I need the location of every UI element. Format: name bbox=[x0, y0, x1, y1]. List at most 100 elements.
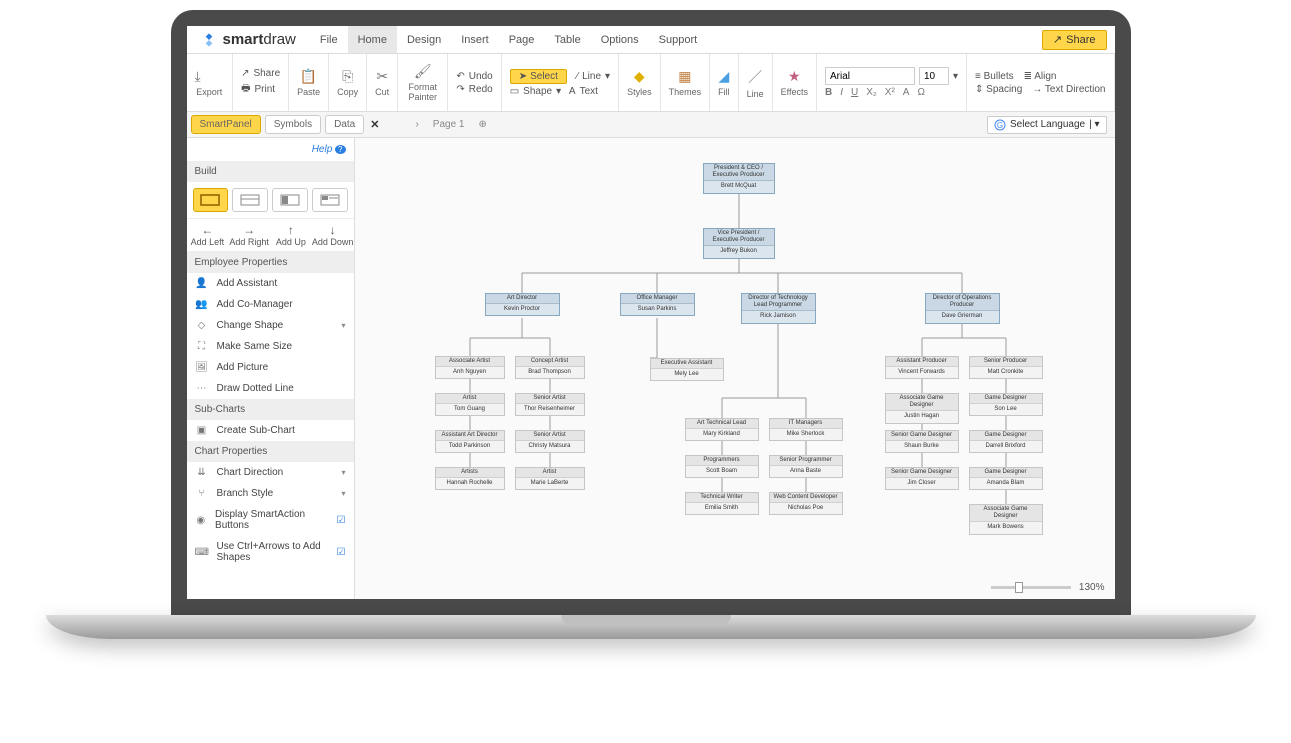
org-node[interactable]: Associate Game DesignerMark Bowens bbox=[969, 504, 1043, 535]
language-select[interactable]: G Select Language | ▾ bbox=[987, 116, 1106, 134]
org-node[interactable]: IT ManagersMike Sherlock bbox=[769, 418, 843, 441]
select-tool-button[interactable]: ➤ Select bbox=[510, 69, 567, 84]
close-panel-button[interactable]: ✕ bbox=[364, 118, 385, 131]
org-node[interactable]: Senior ArtistChristy Matsura bbox=[515, 430, 585, 453]
org-node[interactable]: Technical WriterEmilia Smith bbox=[685, 492, 759, 515]
copy-button[interactable]: Copy bbox=[337, 87, 358, 97]
cut-button[interactable]: Cut bbox=[375, 87, 389, 97]
org-node[interactable]: Art DirectorKevin Proctor bbox=[485, 293, 560, 316]
org-node[interactable]: Web Content DeveloperNicholas Poe bbox=[769, 492, 843, 515]
org-node[interactable]: Senior ProducerMatt Cronkite bbox=[969, 356, 1043, 379]
org-node[interactable]: Assistant ProducerVincent Forwards bbox=[885, 356, 959, 379]
bullets-button[interactable]: ≡ Bullets bbox=[975, 71, 1014, 82]
shape-type-1-button[interactable] bbox=[193, 188, 229, 212]
menu-support[interactable]: Support bbox=[649, 26, 708, 53]
org-node[interactable]: Director of Technology Lead ProgrammerRi… bbox=[741, 293, 816, 324]
help-link[interactable]: Help ? bbox=[187, 138, 354, 161]
subchart-icon: ▣ bbox=[195, 425, 209, 436]
emp-prop-2[interactable]: ◇Change Shape bbox=[187, 315, 354, 336]
add-page-button[interactable]: ⊕ bbox=[479, 119, 487, 130]
superscript-button[interactable]: X² bbox=[885, 87, 895, 98]
font-select[interactable] bbox=[825, 67, 915, 85]
zoom-slider[interactable] bbox=[991, 586, 1071, 589]
italic-button[interactable]: I bbox=[840, 87, 843, 98]
text-direction-button[interactable]: → Text Direction bbox=[1032, 84, 1105, 95]
org-node[interactable]: Senior ProgrammerAnna Baste bbox=[769, 455, 843, 478]
org-node[interactable]: ArtistMarie LaBerte bbox=[515, 467, 585, 490]
shape-type-4-button[interactable] bbox=[312, 188, 348, 212]
redo-button[interactable]: ↷ Redo bbox=[456, 84, 492, 95]
menu-home[interactable]: Home bbox=[348, 26, 397, 53]
share-button[interactable]: ↗Share bbox=[1042, 30, 1107, 50]
format-painter-button[interactable]: Format Painter bbox=[406, 82, 439, 102]
fill-button[interactable]: Fill bbox=[718, 87, 730, 97]
add-right-button[interactable]: →Add Right bbox=[228, 219, 270, 251]
add-up-button[interactable]: ↑Add Up bbox=[270, 219, 312, 251]
org-node[interactable]: Director of Operations ProducerDave Grie… bbox=[925, 293, 1000, 324]
chart-prop-0[interactable]: ⇊Chart Direction bbox=[187, 462, 354, 483]
line-button[interactable]: Line bbox=[747, 89, 764, 99]
export-button[interactable]: Export bbox=[195, 87, 225, 97]
shape-type-3-button[interactable] bbox=[272, 188, 308, 212]
org-node[interactable]: Game DesignerDarrell Brixford bbox=[969, 430, 1043, 453]
org-node[interactable]: ArtistTom Guang bbox=[435, 393, 505, 416]
effects-button[interactable]: Effects bbox=[781, 87, 808, 97]
styles-button[interactable]: Styles bbox=[627, 87, 652, 97]
align-button[interactable]: ≣ Align bbox=[1024, 71, 1057, 82]
menu-file[interactable]: File bbox=[310, 26, 348, 53]
panel-tab-data[interactable]: Data bbox=[325, 115, 364, 134]
org-node[interactable]: Associate Game DesignerJustin Hagan bbox=[885, 393, 959, 424]
emp-prop-icon: ⋯ bbox=[195, 383, 209, 394]
emp-prop-4[interactable]: 🖼Add Picture bbox=[187, 357, 354, 378]
symbol-button[interactable]: Ω bbox=[917, 87, 924, 98]
create-subchart-button[interactable]: ▣Create Sub-Chart bbox=[187, 420, 354, 441]
org-node[interactable]: Senior ArtistThor Reisenheimer bbox=[515, 393, 585, 416]
paste-button[interactable]: Paste bbox=[297, 87, 320, 97]
copy-icon: ⎘ bbox=[342, 68, 353, 85]
emp-prop-0[interactable]: 👤Add Assistant bbox=[187, 273, 354, 294]
emp-prop-5[interactable]: ⋯Draw Dotted Line bbox=[187, 378, 354, 399]
emp-prop-1[interactable]: 👥Add Co-Manager bbox=[187, 294, 354, 315]
org-node[interactable]: Game DesignerSon Lee bbox=[969, 393, 1043, 416]
org-node[interactable]: President & CEO / Executive ProducerBret… bbox=[703, 163, 775, 194]
panel-tab-symbols[interactable]: Symbols bbox=[265, 115, 321, 134]
prev-page-button[interactable]: › bbox=[415, 119, 418, 130]
bold-button[interactable]: B bbox=[825, 87, 832, 98]
org-node[interactable]: Concept ArtistBrad Thompson bbox=[515, 356, 585, 379]
menu-table[interactable]: Table bbox=[544, 26, 590, 53]
underline-button[interactable]: U bbox=[851, 87, 858, 98]
subscript-button[interactable]: X₂ bbox=[866, 87, 877, 98]
org-node[interactable]: Office ManagerSusan Parkins bbox=[620, 293, 695, 316]
org-node[interactable]: Assistant Art DirectorTodd Parkinson bbox=[435, 430, 505, 453]
org-node[interactable]: Vice President / Executive ProducerJeffr… bbox=[703, 228, 775, 259]
org-node[interactable]: Executive AssistantMely Lee bbox=[650, 358, 724, 381]
org-node[interactable]: Art Technical LeadMary Kirkland bbox=[685, 418, 759, 441]
chart-prop-2[interactable]: ◉Display SmartAction Buttons☑ bbox=[187, 504, 354, 536]
org-node[interactable]: Senior Game DesignerJim Closer bbox=[885, 467, 959, 490]
shape-type-2-button[interactable] bbox=[232, 188, 268, 212]
add-down-button[interactable]: ↓Add Down bbox=[312, 219, 354, 251]
chart-prop-1[interactable]: ⑂Branch Style bbox=[187, 483, 354, 504]
print-button[interactable]: 🖶 Print bbox=[241, 81, 280, 98]
panel-tab-smartpanel[interactable]: SmartPanel bbox=[191, 115, 261, 134]
org-node[interactable]: Senior Game DesignerShaun Burke bbox=[885, 430, 959, 453]
chart-prop-3[interactable]: ⌨Use Ctrl+Arrows to Add Shapes☑ bbox=[187, 536, 354, 568]
shape-tool-button[interactable]: ▭ Shape ▾ A Text bbox=[510, 86, 610, 97]
themes-button[interactable]: Themes bbox=[669, 87, 702, 97]
emp-prop-3[interactable]: ⛶Make Same Size bbox=[187, 336, 354, 357]
font-color-button[interactable]: A bbox=[903, 87, 910, 98]
menu-design[interactable]: Design bbox=[397, 26, 451, 53]
org-node[interactable]: Game DesignerAmanda Blam bbox=[969, 467, 1043, 490]
menu-page[interactable]: Page bbox=[499, 26, 545, 53]
canvas[interactable]: 130% President & CEO / Executive Produce… bbox=[355, 138, 1115, 599]
org-node[interactable]: ArtistsHannah Rochelle bbox=[435, 467, 505, 490]
undo-button[interactable]: ↶ Undo bbox=[456, 71, 492, 82]
org-node[interactable]: ProgrammersScott Boam bbox=[685, 455, 759, 478]
org-node[interactable]: Associate ArtistAnh Nguyen bbox=[435, 356, 505, 379]
menu-options[interactable]: Options bbox=[591, 26, 649, 53]
font-size-select[interactable] bbox=[919, 67, 949, 85]
menu-insert[interactable]: Insert bbox=[451, 26, 499, 53]
add-left-button[interactable]: ←Add Left bbox=[187, 219, 229, 251]
spacing-button[interactable]: ⇕ Spacing bbox=[975, 84, 1022, 95]
share-small-button[interactable]: ↗ Share bbox=[241, 68, 280, 79]
